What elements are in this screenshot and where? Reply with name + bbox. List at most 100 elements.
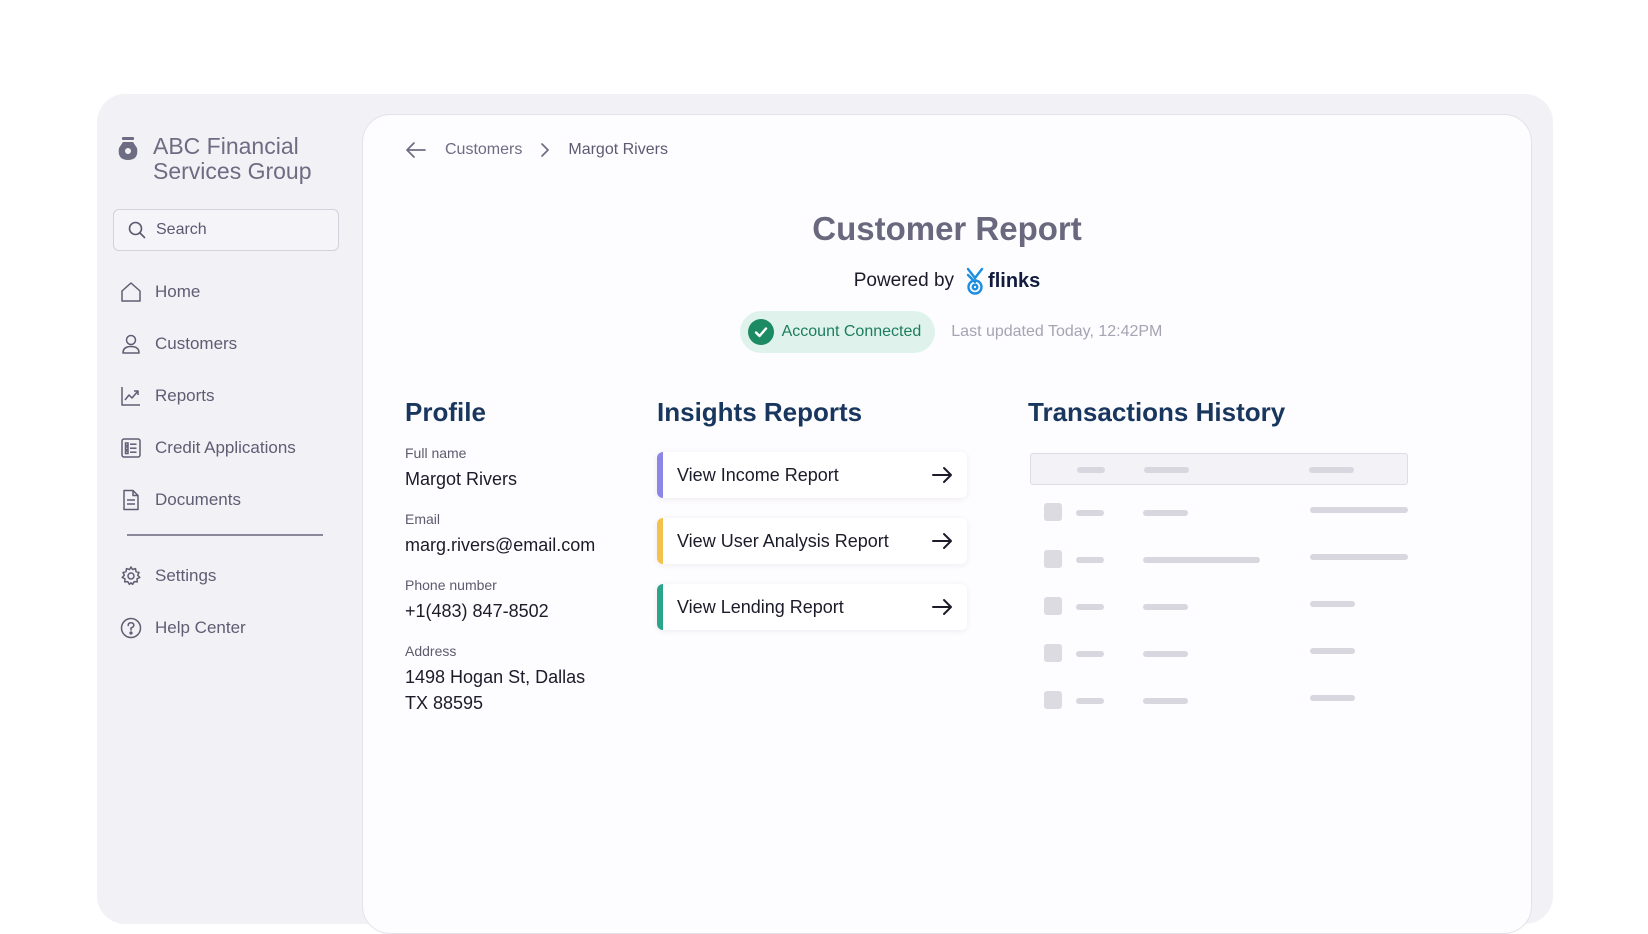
list-icon	[121, 438, 141, 458]
lending-report-button[interactable]: View Lending Report	[657, 584, 967, 630]
email-value: marg.rivers@email.com	[405, 535, 596, 555]
sidebar-item-reports[interactable]: Reports	[119, 370, 339, 422]
sidebar-item-settings[interactable]: Settings	[119, 550, 339, 602]
skeleton-bar	[1310, 695, 1355, 701]
insights-reports: View Income Report View User Analysis Re…	[657, 452, 967, 650]
sidebar-item-label: Credit Applications	[155, 438, 296, 457]
sidebar-item-label: Home	[155, 282, 201, 301]
sidebar-item-customers[interactable]: Customers	[119, 318, 339, 370]
chart-icon	[121, 387, 140, 406]
skeleton-bar	[1076, 698, 1104, 704]
status-row: Account Connected Last updated Today, 12…	[363, 311, 1531, 353]
skeleton-bar	[1076, 510, 1104, 516]
transactions-heading: Transactions History	[1028, 397, 1286, 427]
flinks-logo: flinks	[964, 267, 1040, 295]
report-label: View Lending Report	[677, 596, 844, 617]
sidebar-item-label: Reports	[155, 386, 215, 405]
table-row-skeleton	[1030, 644, 1408, 691]
skeleton-square	[1044, 550, 1062, 568]
last-updated: Last updated Today, 12:42PM	[951, 323, 1163, 340]
search-icon	[128, 221, 146, 239]
page-title: Customer Report	[812, 210, 1082, 247]
back-arrow-icon[interactable]	[405, 141, 427, 159]
table-row-skeleton	[1030, 550, 1408, 597]
field-label: Phone number	[405, 577, 497, 593]
main-panel: Customers Margot Rivers Customer Report …	[362, 114, 1532, 934]
accent-bar	[657, 518, 663, 564]
field-label: Email	[405, 511, 441, 527]
sidebar: ABC Financial Services Group Home	[97, 94, 359, 924]
user-icon	[122, 334, 140, 354]
breadcrumb-current: Margot Rivers	[568, 141, 668, 158]
table-row-skeleton	[1030, 503, 1408, 550]
search-box[interactable]	[113, 209, 339, 251]
skeleton-bar	[1143, 557, 1260, 563]
search-input[interactable]	[156, 221, 326, 239]
skeleton-bar	[1077, 467, 1105, 473]
arrow-right-icon	[932, 599, 952, 615]
account-connected-badge: Account Connected	[739, 311, 936, 353]
profile-heading: Profile	[405, 397, 486, 427]
flinks-logo-icon	[966, 267, 984, 295]
brand: ABC Financial Services Group	[117, 134, 323, 184]
skeleton-bar	[1310, 554, 1408, 560]
flinks-wordmark: flinks	[988, 269, 1041, 292]
breadcrumb-customers-link[interactable]: Customers	[445, 141, 522, 159]
profile-section: Full name Margot Rivers Email marg.river…	[405, 445, 595, 716]
skeleton-bar	[1076, 557, 1104, 563]
report-label: View User Analysis Report	[677, 530, 889, 551]
sidebar-item-home[interactable]: Home	[119, 266, 339, 318]
field-label: Full name	[405, 445, 467, 461]
powered-by-label: Powered by	[853, 270, 955, 291]
sidebar-item-label: Customers	[155, 334, 238, 353]
skeleton-bar	[1310, 648, 1355, 654]
field-label: Address	[405, 643, 457, 659]
insights-heading: Insights Reports	[657, 397, 863, 427]
skeleton-bar	[1076, 651, 1104, 657]
address-line-1: 1498 Hogan St, Dallas	[405, 667, 586, 687]
skeleton-square	[1044, 597, 1062, 615]
accent-bar	[657, 452, 663, 498]
report-label: View Income Report	[677, 464, 839, 485]
sidebar-item-credit-applications[interactable]: Credit Applications	[119, 422, 339, 474]
table-header-skeleton	[1030, 453, 1408, 485]
breadcrumb: Customers Margot Rivers	[405, 141, 668, 159]
skeleton-square	[1044, 644, 1062, 662]
status-text: Account Connected	[781, 323, 922, 340]
table-row-skeleton	[1030, 691, 1408, 738]
phone-value: +1(483) 847-8502	[405, 601, 549, 621]
income-report-button[interactable]: View Income Report	[657, 452, 967, 498]
skeleton-bar	[1310, 507, 1408, 513]
skeleton-square	[1044, 503, 1062, 521]
sidebar-item-help-center[interactable]: Help Center	[119, 602, 339, 654]
arrow-right-icon	[932, 467, 952, 483]
transactions-placeholder	[1030, 453, 1408, 738]
address-line-2: TX 88595	[405, 693, 484, 713]
skeleton-bar	[1076, 604, 1104, 610]
skeleton-bar	[1143, 604, 1188, 610]
app-window: ABC Financial Services Group Home	[97, 94, 1553, 934]
skeleton-bar	[1144, 467, 1189, 473]
help-icon	[120, 617, 142, 639]
skeleton-bar	[1309, 467, 1354, 473]
home-icon	[121, 282, 141, 302]
sidebar-item-documents[interactable]: Documents	[119, 474, 339, 526]
sidebar-item-label: Documents	[155, 490, 241, 509]
skeleton-bar	[1310, 601, 1355, 607]
user-analysis-report-button[interactable]: View User Analysis Report	[657, 518, 967, 564]
sidebar-item-label: Settings	[155, 566, 217, 585]
money-bag-icon	[118, 137, 138, 160]
powered-by: Powered by flinks	[363, 267, 1531, 295]
address-value: 1498 Hogan St, Dallas TX 88595	[405, 664, 595, 716]
skeleton-square	[1044, 691, 1062, 709]
arrow-right-icon	[932, 533, 952, 549]
gear-icon	[121, 566, 141, 586]
chevron-right-icon	[541, 143, 550, 157]
skeleton-bar	[1143, 698, 1188, 704]
sidebar-divider	[127, 534, 323, 536]
brand-name: ABC Financial Services Group	[153, 133, 312, 184]
skeleton-bar	[1143, 510, 1188, 516]
check-circle-icon	[747, 319, 774, 345]
skeleton-bar	[1143, 651, 1188, 657]
sidebar-nav: Home Customers Reports Credit Applicatio…	[119, 266, 339, 654]
